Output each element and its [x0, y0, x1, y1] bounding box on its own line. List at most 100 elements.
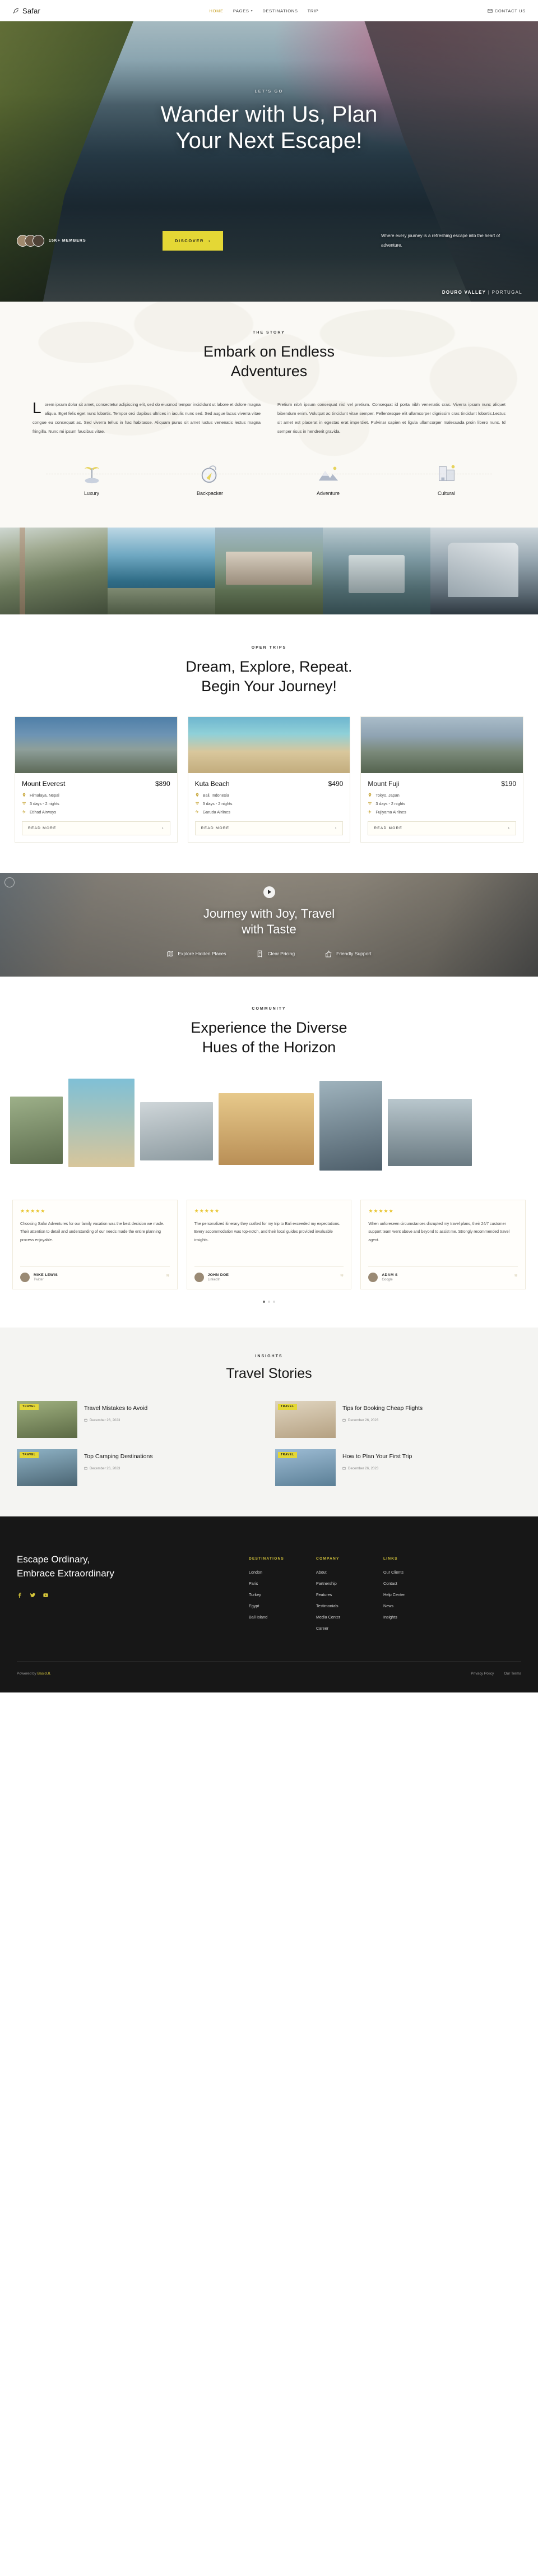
footer-link[interactable]: About: [316, 1570, 358, 1575]
brand-name: Safar: [22, 6, 41, 15]
trip-photo: [188, 716, 350, 773]
trip-card[interactable]: Kuta Beach $490 Bali, Indonesia 3 days -…: [187, 716, 351, 843]
testimonial-text: When unforeseen circumstances disrupted …: [368, 1222, 510, 1242]
trip-card[interactable]: Mount Everest $890 Himalaya, Nepal 3 day…: [15, 716, 178, 843]
category-adventure-label: Adventure: [316, 490, 340, 496]
blog-post[interactable]: TRAVEL Tips for Booking Cheap Flights De…: [275, 1400, 521, 1438]
trip-name: Mount Fuji: [368, 779, 400, 788]
hero-title-line2: Your Next Escape!: [175, 128, 363, 154]
footer-headline: Escape Ordinary, Embrace Extraordinary: [17, 1552, 249, 1581]
play-video-button[interactable]: [263, 886, 275, 898]
hero-location-label: DOURO VALLEY | PORTUGAL: [442, 290, 522, 295]
footer-column-heading: DESTINATIONS: [249, 1556, 284, 1561]
testimonial-author: JOHN DOE: [207, 1273, 229, 1277]
gallery-image-city[interactable]: [430, 527, 538, 614]
blog-post[interactable]: TRAVEL Top Camping Destinations December…: [17, 1449, 263, 1486]
blog-post-title: Travel Mistakes to Avoid: [84, 1404, 148, 1412]
trip-read-more-button[interactable]: READ MORE ›: [194, 821, 344, 835]
footer-link[interactable]: Contact: [383, 1581, 425, 1586]
blog-post-date: December 26, 2023: [84, 1467, 263, 1470]
location-pin-icon: [196, 793, 199, 797]
video-cta-title-line2: with Taste: [242, 922, 296, 937]
trip-read-more-button[interactable]: READ MORE ›: [22, 821, 170, 835]
footer-headline-line2: Embrace Extraordinary: [17, 1568, 114, 1579]
footer-link[interactable]: News: [383, 1603, 425, 1608]
testimonial-author: ADAM S: [382, 1273, 398, 1277]
airplane-icon: [22, 810, 26, 814]
nav-item-pages[interactable]: PAGES ▾: [233, 8, 253, 13]
blog-post-tag: TRAVEL: [278, 1403, 297, 1410]
category-luxury[interactable]: Luxury: [33, 461, 151, 496]
footer-link[interactable]: Career: [316, 1626, 358, 1631]
video-cta-features: Explore Hidden Places Clear Pricing Frie…: [166, 950, 372, 958]
testimonial-text: Choosing Safar Adventures for our family…: [20, 1222, 164, 1242]
arrow-right-icon: ›: [208, 238, 211, 243]
footer-link[interactable]: Help Center: [383, 1592, 425, 1597]
landmark-icon: [438, 465, 454, 481]
our-terms-link[interactable]: Our Terms: [504, 1672, 521, 1676]
feature-label: Clear Pricing: [267, 951, 295, 957]
blog-post-grid: TRAVEL Travel Mistakes to Avoid December…: [0, 1400, 538, 1486]
rating-stars: ★★★★★: [194, 1208, 220, 1214]
mosaic-photo[interactable]: [319, 1080, 382, 1171]
footer-social-links: [17, 1592, 249, 1598]
nav-item-trip[interactable]: TRIP: [308, 8, 319, 13]
footer-link[interactable]: Bali Island: [249, 1615, 290, 1620]
nav-item-home[interactable]: HOME: [210, 8, 224, 13]
testimonial-source: Twitter: [34, 1278, 44, 1282]
gallery-image-village[interactable]: [215, 527, 323, 614]
category-adventure[interactable]: Adventure: [269, 461, 387, 496]
trip-read-more-label: READ MORE: [201, 826, 230, 830]
youtube-icon[interactable]: [43, 1592, 49, 1598]
footer-link[interactable]: Turkey: [249, 1592, 290, 1597]
category-cultural[interactable]: Cultural: [387, 461, 505, 496]
nav-item-pages-label: PAGES: [233, 8, 249, 13]
brand-logo[interactable]: Safar: [12, 7, 40, 15]
mosaic-photo[interactable]: [388, 1098, 472, 1166]
footer-link[interactable]: Testimonials: [316, 1603, 358, 1608]
trips-eyebrow: OPEN TRIPS: [251, 645, 287, 650]
mosaic-photo[interactable]: [219, 1093, 314, 1165]
gallery-image-train[interactable]: [323, 527, 430, 614]
category-backpacker[interactable]: Backpacker: [151, 461, 269, 496]
insights-eyebrow: INSIGHTS: [255, 1354, 283, 1358]
footer-link[interactable]: Features: [316, 1592, 358, 1597]
trip-card[interactable]: Mount Fuji $190 Tokyo, Japan 3 days - 2 …: [360, 716, 524, 843]
blog-post[interactable]: TRAVEL How to Plan Your First Trip Decem…: [275, 1449, 521, 1486]
footer-link[interactable]: Insights: [383, 1615, 425, 1620]
footer-link[interactable]: Egypt: [249, 1603, 290, 1608]
community-title-line1: Experience the Diverse: [191, 1019, 347, 1036]
trip-read-more-button[interactable]: READ MORE ›: [368, 821, 517, 835]
carousel-dot-3[interactable]: [273, 1300, 275, 1303]
footer-link[interactable]: Our Clients: [383, 1570, 425, 1575]
contact-us-link[interactable]: CONTACT US: [488, 8, 526, 13]
arrow-right-icon: ›: [335, 826, 337, 830]
testimonial-card: ★★★★★ Choosing Safar Adventures for our …: [12, 1199, 178, 1289]
trip-airline: Etihad Airways: [22, 810, 170, 815]
footer-bottom-bar: Powered by BasicUI. Privacy Policy Our T…: [17, 1661, 521, 1676]
footer-link[interactable]: London: [249, 1570, 290, 1575]
trip-read-more-label: READ MORE: [374, 826, 403, 830]
carousel-dot-1[interactable]: [263, 1300, 265, 1303]
footer-link[interactable]: Paris: [249, 1581, 290, 1586]
footer-link[interactable]: Partnership: [316, 1581, 358, 1586]
nav-item-destinations[interactable]: DESTINATIONS: [262, 8, 298, 13]
privacy-policy-link[interactable]: Privacy Policy: [471, 1672, 494, 1676]
twitter-icon[interactable]: [30, 1592, 36, 1598]
nav-item-destinations-label: DESTINATIONS: [262, 8, 298, 13]
mosaic-photo[interactable]: [140, 1102, 213, 1160]
gallery-image-bridge[interactable]: [0, 527, 108, 614]
trips-title-line2: Begin Your Journey!: [201, 677, 337, 695]
footer-link[interactable]: Media Center: [316, 1615, 358, 1620]
blog-post[interactable]: TRAVEL Travel Mistakes to Avoid December…: [17, 1400, 263, 1438]
community-title-line2: Hues of the Horizon: [202, 1038, 336, 1056]
testimonial-text: The personalized itinerary they crafted …: [194, 1222, 340, 1242]
arrow-right-icon: ›: [162, 826, 164, 830]
mosaic-photo[interactable]: [68, 1078, 134, 1167]
gallery-image-coast[interactable]: [108, 527, 215, 614]
mosaic-photo[interactable]: [10, 1096, 63, 1164]
discover-button[interactable]: DISCOVER ›: [163, 231, 224, 251]
carousel-dot-2[interactable]: [268, 1300, 270, 1303]
testimonial-author: MIKE LEWIS: [34, 1273, 58, 1277]
facebook-icon[interactable]: [17, 1592, 23, 1598]
